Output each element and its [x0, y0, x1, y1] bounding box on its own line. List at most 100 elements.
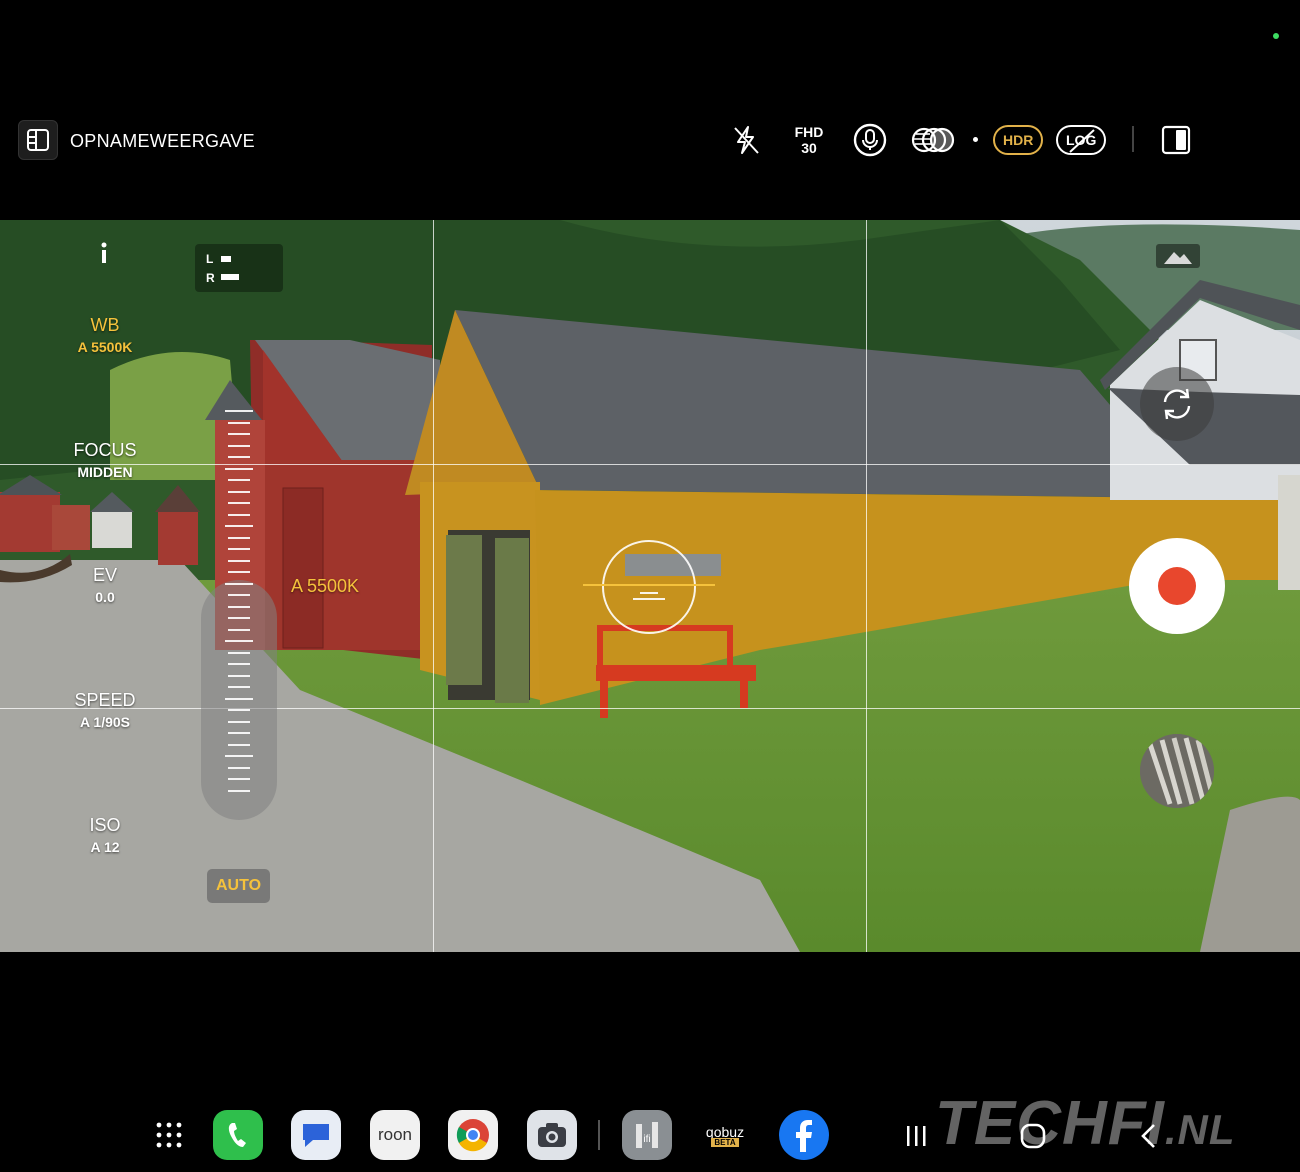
speed-value: A 1/90S — [79, 714, 131, 730]
slider-tick — [228, 536, 250, 539]
separator-dot — [973, 137, 978, 142]
audio-level-meter: L R — [195, 244, 283, 292]
slider-tick — [228, 421, 250, 424]
hdr-toggle[interactable]: HDR — [993, 125, 1044, 155]
aspect-ratio-button[interactable] — [1160, 122, 1192, 158]
slider-tick — [228, 778, 250, 780]
resolution-label: FHD — [794, 124, 824, 140]
ifi-app[interactable]: ifi — [622, 1110, 672, 1160]
log-toggle[interactable]: LOG — [1056, 125, 1107, 155]
slider-tick — [228, 605, 250, 608]
techfi-watermark: TECHFI.NL — [935, 1088, 1236, 1159]
grid-icon — [156, 1122, 182, 1148]
mountain-icon — [1164, 252, 1192, 264]
audio-left-level — [221, 256, 231, 262]
slider-tick — [228, 502, 250, 504]
roon-app[interactable]: roon — [370, 1110, 420, 1160]
recent-apps-icon — [907, 1126, 926, 1146]
ev-label: EV — [92, 565, 117, 585]
facebook-icon — [796, 1120, 812, 1152]
switch-camera-button[interactable] — [1140, 367, 1214, 441]
slider-tick — [228, 766, 250, 769]
focus-reticle — [602, 540, 696, 634]
focus-value: MIDDEN — [77, 464, 133, 480]
slider-tick — [228, 594, 250, 596]
taskbar-separator — [598, 1120, 600, 1150]
home-icon — [1020, 1123, 1046, 1149]
speed-control[interactable]: SPEED A 1/90S — [50, 690, 160, 730]
slider-tick — [228, 674, 250, 677]
filters-button[interactable] — [910, 122, 956, 158]
slider-tick — [228, 444, 250, 447]
mode-label: OPNAMEWEERGAVE — [70, 131, 255, 151]
qobuz-beta-badge: BETA — [711, 1137, 739, 1147]
wb-control[interactable]: WB A 5500K — [50, 315, 160, 355]
slider-tick — [228, 732, 250, 734]
gallery-thumbnail[interactable] — [1140, 734, 1214, 808]
slider-tick — [225, 410, 253, 412]
microphone-button[interactable] — [852, 122, 888, 158]
focus-label: FOCUS — [73, 440, 137, 460]
watermark-domain: .NL — [1164, 1106, 1236, 1153]
svg-text:ifi: ifi — [643, 1134, 650, 1145]
wb-overlay-value: A 5500K — [291, 576, 360, 596]
filters-icon — [911, 127, 955, 153]
iso-value: A 12 — [90, 839, 120, 855]
slider-tick — [228, 709, 250, 711]
slider-tick — [225, 755, 253, 757]
level-indicator — [633, 592, 665, 604]
wb-adjust-slider[interactable] — [201, 400, 277, 820]
slider-tick — [228, 651, 250, 654]
audio-left-channel-label: L — [206, 252, 214, 266]
qobuz-app[interactable]: qobuz BETA — [700, 1110, 750, 1160]
slider-tick — [228, 456, 250, 458]
grid-line-horizontal — [0, 708, 1300, 709]
message-bubble-icon — [303, 1124, 329, 1147]
slider-tick — [225, 467, 253, 470]
ev-value: 0.0 — [95, 589, 115, 605]
record-button[interactable] — [1129, 538, 1225, 634]
slider-tick — [228, 479, 250, 481]
info-icon[interactable] — [96, 242, 112, 264]
framerate-label: 30 — [801, 140, 817, 156]
slider-tick — [228, 571, 250, 573]
speed-label: SPEED — [74, 690, 136, 710]
back-button[interactable] — [1132, 1122, 1166, 1150]
app-drawer-button[interactable] — [144, 1110, 194, 1160]
microphone-icon — [853, 123, 887, 157]
slider-tick — [228, 617, 250, 619]
camera-icon — [538, 1123, 566, 1147]
record-icon — [1158, 567, 1196, 605]
slider-track — [201, 580, 277, 820]
facebook-app[interactable] — [779, 1110, 829, 1160]
slider-tick — [228, 433, 250, 435]
phone-app[interactable] — [213, 1110, 263, 1160]
camera-viewfinder[interactable]: L R WB A 5500K FOCUS MIDDEN EV 0.0 SPEED… — [0, 220, 1300, 952]
taskbar: TECHFI.NL roon ifi qobuz BETA — [0, 1089, 1300, 1172]
layout-toggle-button[interactable] — [18, 120, 58, 160]
slider-tick — [228, 490, 250, 493]
gallery-preview-image — [1140, 734, 1214, 808]
back-icon — [1141, 1124, 1155, 1148]
slider-tick — [228, 720, 250, 723]
home-button[interactable] — [1016, 1122, 1050, 1150]
slider-tick — [228, 559, 250, 562]
camera-app[interactable] — [527, 1110, 577, 1160]
wb-label: WB — [90, 315, 120, 335]
iso-control[interactable]: ISO A 12 — [50, 815, 160, 855]
resolution-framerate-button[interactable]: FHD 30 — [786, 122, 832, 158]
messages-app[interactable] — [291, 1110, 341, 1160]
slider-tick — [228, 628, 250, 631]
status-indicator-dot — [1273, 33, 1279, 39]
horizon-level-line — [583, 584, 715, 586]
auto-button[interactable]: AUTO — [207, 869, 270, 903]
ev-control[interactable]: EV 0.0 — [50, 565, 160, 605]
focus-control[interactable]: FOCUS MIDDEN — [50, 440, 160, 480]
flash-off-button[interactable] — [728, 122, 764, 158]
slider-tick — [225, 697, 253, 700]
audio-right-channel-label: R — [206, 271, 215, 285]
log-off-slash-icon — [1069, 129, 1095, 153]
recent-apps-button[interactable] — [900, 1122, 934, 1150]
chrome-app[interactable] — [448, 1110, 498, 1160]
scene-optimizer-button[interactable] — [1156, 244, 1200, 268]
